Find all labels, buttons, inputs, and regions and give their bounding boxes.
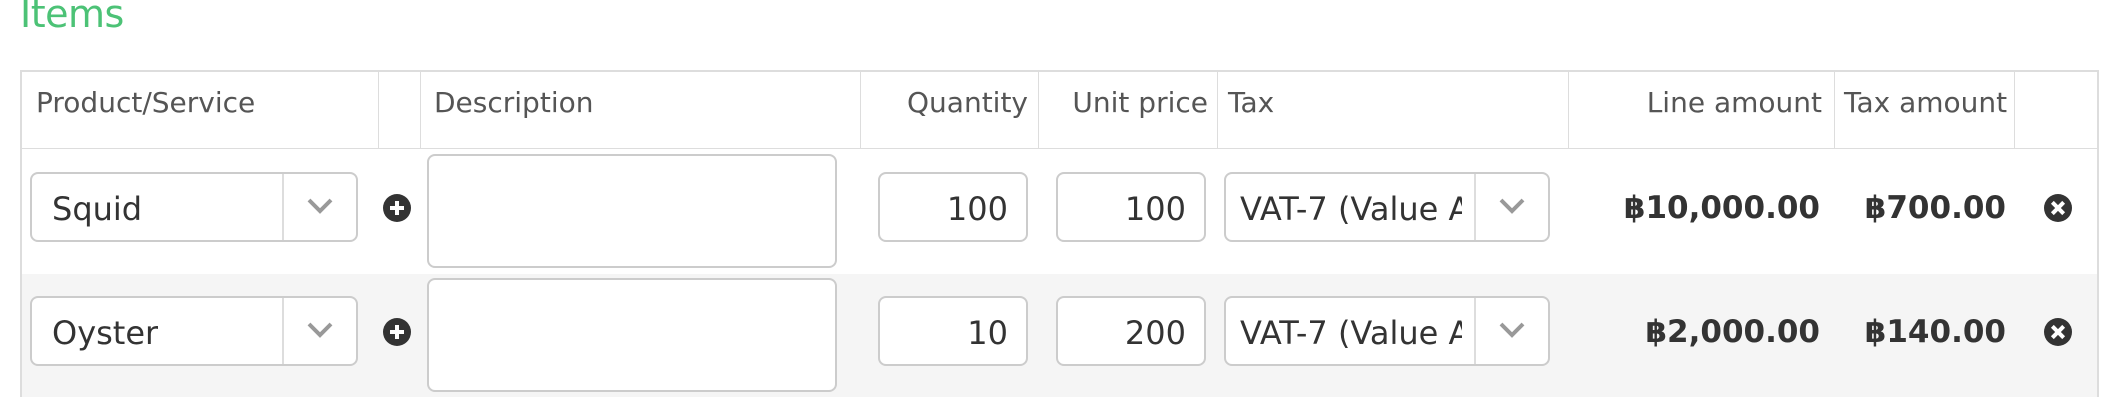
column-divider bbox=[1568, 72, 1569, 148]
chevron-down-icon bbox=[307, 198, 333, 214]
tax-select-value: VAT-7 (Value Ad bbox=[1240, 314, 1462, 352]
product-select-value: Oyster bbox=[52, 314, 159, 352]
quantity-value: 100 bbox=[946, 190, 1008, 228]
header-divider bbox=[22, 148, 2097, 149]
quantity-input[interactable]: 10 bbox=[878, 296, 1028, 366]
select-divider bbox=[282, 298, 284, 364]
header-tax: Tax bbox=[1228, 86, 1275, 119]
column-divider bbox=[1217, 72, 1218, 148]
unit-price-input[interactable]: 200 bbox=[1056, 296, 1206, 366]
quantity-value: 10 bbox=[967, 314, 1008, 352]
column-divider bbox=[1038, 72, 1039, 148]
tax-amount: ฿140.00 bbox=[1864, 314, 2006, 350]
product-select[interactable]: Oyster bbox=[30, 296, 358, 366]
chevron-down-icon bbox=[1499, 198, 1525, 214]
quantity-input[interactable]: 100 bbox=[878, 172, 1028, 242]
product-select[interactable]: Squid bbox=[30, 172, 358, 242]
chevron-down-icon bbox=[1499, 322, 1525, 338]
tax-select[interactable]: VAT-7 (Value Ad bbox=[1224, 172, 1550, 242]
close-circle-icon[interactable] bbox=[2044, 194, 2072, 222]
header-description: Description bbox=[434, 86, 594, 119]
unit-price-value: 100 bbox=[1124, 190, 1186, 228]
items-table: Product/Service Description Quantity Uni… bbox=[20, 70, 2099, 397]
header-product: Product/Service bbox=[36, 86, 256, 119]
header-tax-amount: Tax amount bbox=[1844, 86, 2008, 119]
header-quantity: Quantity bbox=[907, 86, 1028, 119]
column-divider bbox=[1834, 72, 1835, 148]
section-title: Items bbox=[20, 0, 124, 36]
unit-price-input[interactable]: 100 bbox=[1056, 172, 1206, 242]
column-divider bbox=[860, 72, 861, 148]
column-divider bbox=[378, 72, 379, 148]
chevron-down-icon bbox=[307, 322, 333, 338]
tax-amount: ฿700.00 bbox=[1864, 190, 2006, 226]
plus-circle-icon[interactable] bbox=[383, 318, 411, 346]
header-unit-price: Unit price bbox=[1072, 86, 1208, 119]
close-circle-icon[interactable] bbox=[2044, 318, 2072, 346]
select-divider bbox=[1474, 174, 1476, 240]
tax-select-value: VAT-7 (Value Ad bbox=[1240, 190, 1462, 228]
header-line-amount: Line amount bbox=[1646, 86, 1822, 119]
plus-circle-icon[interactable] bbox=[383, 194, 411, 222]
select-divider bbox=[282, 174, 284, 240]
line-amount: ฿2,000.00 bbox=[1645, 314, 1820, 350]
column-divider bbox=[2014, 72, 2015, 148]
unit-price-value: 200 bbox=[1124, 314, 1186, 352]
tax-select[interactable]: VAT-7 (Value Ad bbox=[1224, 296, 1550, 366]
description-input[interactable] bbox=[427, 154, 837, 268]
product-select-value: Squid bbox=[52, 190, 143, 228]
select-divider bbox=[1474, 298, 1476, 364]
description-input[interactable] bbox=[427, 278, 837, 392]
column-divider bbox=[420, 72, 421, 148]
line-amount: ฿10,000.00 bbox=[1623, 190, 1820, 226]
